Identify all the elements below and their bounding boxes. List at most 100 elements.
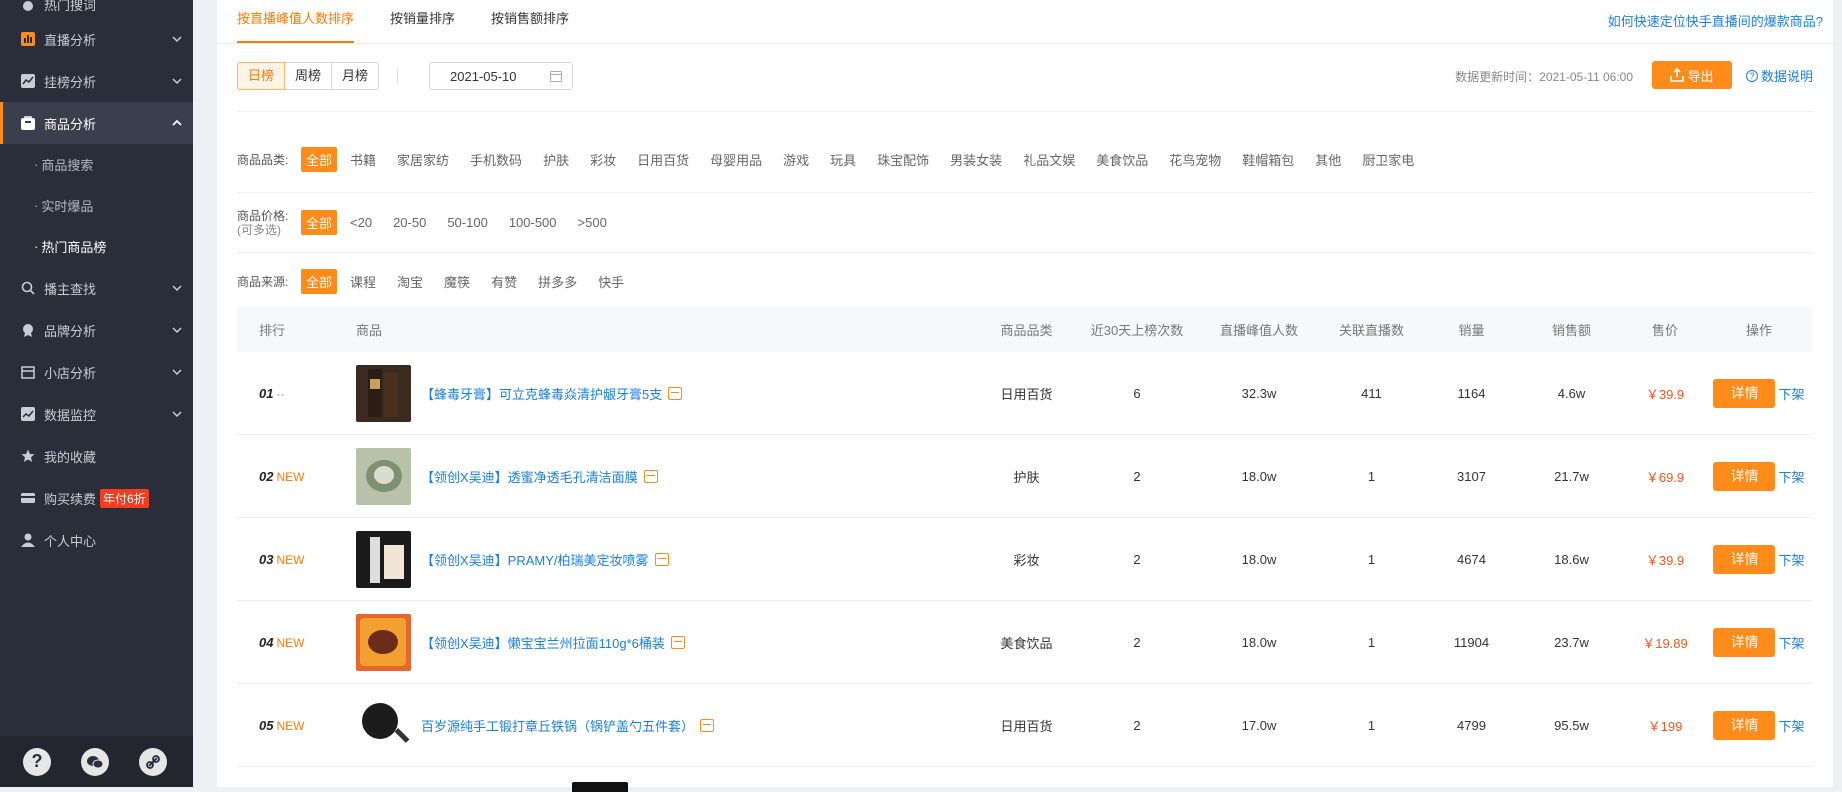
link-icon[interactable] — [139, 747, 167, 776]
price-chip[interactable]: <20 — [350, 215, 372, 230]
product-thumbnail[interactable] — [356, 613, 411, 671]
detail-button[interactable]: 详情 — [1713, 544, 1776, 574]
detail-button[interactable]: 详情 — [1713, 627, 1776, 657]
rank-change: NEW — [276, 469, 305, 484]
wechat-icon[interactable] — [81, 747, 109, 776]
header-related: 关联直播数 — [1338, 322, 1404, 338]
sidebar-item-brand-analysis[interactable]: 品牌分析 — [0, 309, 193, 351]
period-daily-button[interactable]: 日榜 — [237, 62, 286, 90]
delist-link[interactable]: 下架 — [1778, 550, 1804, 569]
data-doc-link[interactable]: ? 数据说明 — [1745, 66, 1813, 85]
rank-change: -- — [276, 386, 285, 401]
source-chip[interactable]: 拼多多 — [538, 272, 577, 291]
product-thumbnail[interactable] — [356, 696, 411, 754]
category-chip[interactable]: 手机数码 — [470, 150, 522, 169]
sidebar-item-product-analysis[interactable]: 商品分析 — [0, 102, 193, 144]
detail-button[interactable]: 详情 — [1713, 710, 1776, 740]
sidebar-subitem-product-search[interactable]: 商品搜索 — [0, 144, 193, 185]
help-link[interactable]: 如何快速定位快手直播间的爆款商品? — [1608, 11, 1823, 30]
product-cell: 百岁源纯手工锻打章丘铁锅（锅铲盖勺五件套） — [356, 696, 978, 754]
monitor-icon — [20, 406, 36, 422]
export-button[interactable]: 导出 — [1652, 61, 1732, 89]
sidebar-item-rank-analysis[interactable]: 挂榜分析 — [0, 60, 193, 102]
product-cell: 【领创X吴迪】透蜜净透毛孔清洁面膜 — [356, 447, 978, 505]
price-chip[interactable]: 100-500 — [509, 215, 557, 230]
category-chip[interactable]: 母婴用品 — [710, 150, 762, 169]
sidebar-item-hot-search[interactable]: 热门搜词 — [0, 0, 193, 14]
source-chip[interactable]: 全部 — [301, 269, 338, 294]
category-chip[interactable]: 其他 — [1315, 150, 1341, 169]
period-monthly-button[interactable]: 月榜 — [331, 62, 380, 90]
sidebar-item-purchase[interactable]: 购买续费 年付6折 — [0, 477, 193, 519]
detail-button[interactable]: 详情 — [1713, 461, 1776, 491]
sidebar-item-profile[interactable]: 个人中心 — [0, 519, 193, 561]
delist-link[interactable]: 下架 — [1778, 633, 1804, 652]
category-chip[interactable]: 厨卫家电 — [1362, 150, 1414, 169]
tab-sort-peak[interactable]: 按直播峰值人数排序 — [237, 0, 355, 43]
source-chip[interactable]: 快手 — [598, 272, 624, 291]
op-cell: 详情 下架 — [1706, 627, 1812, 657]
sidebar-item-anchor-search[interactable]: 播主查找 — [0, 267, 193, 309]
doc-label: 数据说明 — [1760, 69, 1813, 84]
category-chip[interactable]: 花鸟宠物 — [1169, 150, 1221, 169]
price-chip[interactable]: 50-100 — [447, 215, 487, 230]
price-cell: ￥69.9 — [1645, 469, 1685, 485]
price-cell: ￥39.9 — [1645, 552, 1685, 568]
product-tag-icon — [670, 635, 685, 649]
category-chip[interactable]: 男装女装 — [950, 150, 1002, 169]
sidebar-item-favorites[interactable]: 我的收藏 — [0, 435, 193, 477]
category-chip[interactable]: 家居家纺 — [397, 150, 449, 169]
category-chip[interactable]: 游戏 — [783, 150, 809, 169]
delist-link[interactable]: 下架 — [1778, 467, 1804, 486]
rank-number: 02 — [259, 468, 274, 484]
related-cell: 1 — [1367, 717, 1376, 733]
category-chip[interactable]: 珠宝配饰 — [877, 150, 929, 169]
price-chip[interactable]: >500 — [578, 215, 607, 230]
delist-link[interactable]: 下架 — [1778, 384, 1804, 403]
sidebar-subitem-realtime-hot[interactable]: 实时爆品 — [0, 185, 193, 226]
bag-icon — [20, 115, 36, 131]
category-chips: 全部 书籍 家居家纺 手机数码 护肤 彩妆 日用百货 母婴用品 游戏 玩具 珠宝配饰 男装女装 礼品文娱… — [301, 147, 1435, 172]
source-chip[interactable]: 课程 — [350, 272, 376, 291]
sidebar-item-live-analysis[interactable]: 直播分析 — [0, 18, 193, 60]
related-cell: 1 — [1367, 551, 1376, 567]
price-chip[interactable]: 全部 — [301, 210, 338, 235]
delist-link[interactable]: 下架 — [1778, 716, 1804, 735]
rank-number: 03 — [259, 551, 274, 567]
product-name-link[interactable]: 【领创X吴迪】透蜜净透毛孔清洁面膜 — [421, 467, 638, 486]
product-thumbnail[interactable] — [356, 364, 411, 422]
category-chip[interactable]: 书籍 — [350, 150, 376, 169]
tab-sort-amount[interactable]: 按销售额排序 — [491, 0, 569, 43]
rank-cell: 04 NEW — [237, 635, 356, 650]
help-icon[interactable]: ? — [23, 747, 51, 776]
date-picker[interactable]: 2021-05-10 — [429, 62, 573, 90]
rank-cell: 02 NEW — [237, 469, 356, 484]
peak-cell: 18.0w — [1241, 551, 1277, 567]
source-chip[interactable]: 魔筷 — [444, 272, 470, 291]
product-name-link[interactable]: 百岁源纯手工锻打章丘铁锅（锅铲盖勺五件套） — [421, 716, 694, 735]
price-chip[interactable]: 20-50 — [393, 215, 426, 230]
product-name-link[interactable]: 【领创X吴迪】懒宝宝兰州拉面110g*6桶装 — [421, 633, 665, 652]
sidebar-item-data-monitor[interactable]: 数据监控 — [0, 393, 193, 435]
price-cell: ￥199 — [1647, 718, 1683, 734]
category-chip[interactable]: 美食饮品 — [1096, 150, 1148, 169]
period-weekly-button[interactable]: 周榜 — [284, 62, 333, 90]
category-chip[interactable]: 日用百货 — [637, 150, 689, 169]
sidebar-item-shop-analysis[interactable]: 小店分析 — [0, 351, 193, 393]
category-chip[interactable]: 礼品文娱 — [1023, 150, 1075, 169]
product-name-link[interactable]: 【蜂毒牙膏】可立克蜂毒焱清护龈牙膏5支 — [421, 384, 662, 403]
product-name-link[interactable]: 【领创X吴迪】PRAMY/柏瑞美定妆喷雾 — [421, 550, 649, 569]
source-chip[interactable]: 淘宝 — [397, 272, 423, 291]
product-thumbnail[interactable] — [356, 530, 411, 588]
category-chip[interactable]: 护肤 — [543, 150, 569, 169]
sidebar-subitem-hot-rank[interactable]: 热门商品榜 — [0, 226, 193, 267]
source-chip[interactable]: 有赞 — [491, 272, 517, 291]
category-chip[interactable]: 玩具 — [830, 150, 856, 169]
tab-sort-sales[interactable]: 按销量排序 — [390, 0, 455, 43]
category-chip[interactable]: 鞋帽箱包 — [1242, 150, 1294, 169]
product-thumbnail[interactable] — [356, 447, 411, 505]
sort-tabs: 按直播峰值人数排序 按销量排序 按销售额排序 如何快速定位快手直播间的爆款商品? — [217, 0, 1833, 44]
detail-button[interactable]: 详情 — [1713, 378, 1776, 408]
category-chip[interactable]: 全部 — [301, 147, 338, 172]
category-chip[interactable]: 彩妆 — [590, 150, 616, 169]
